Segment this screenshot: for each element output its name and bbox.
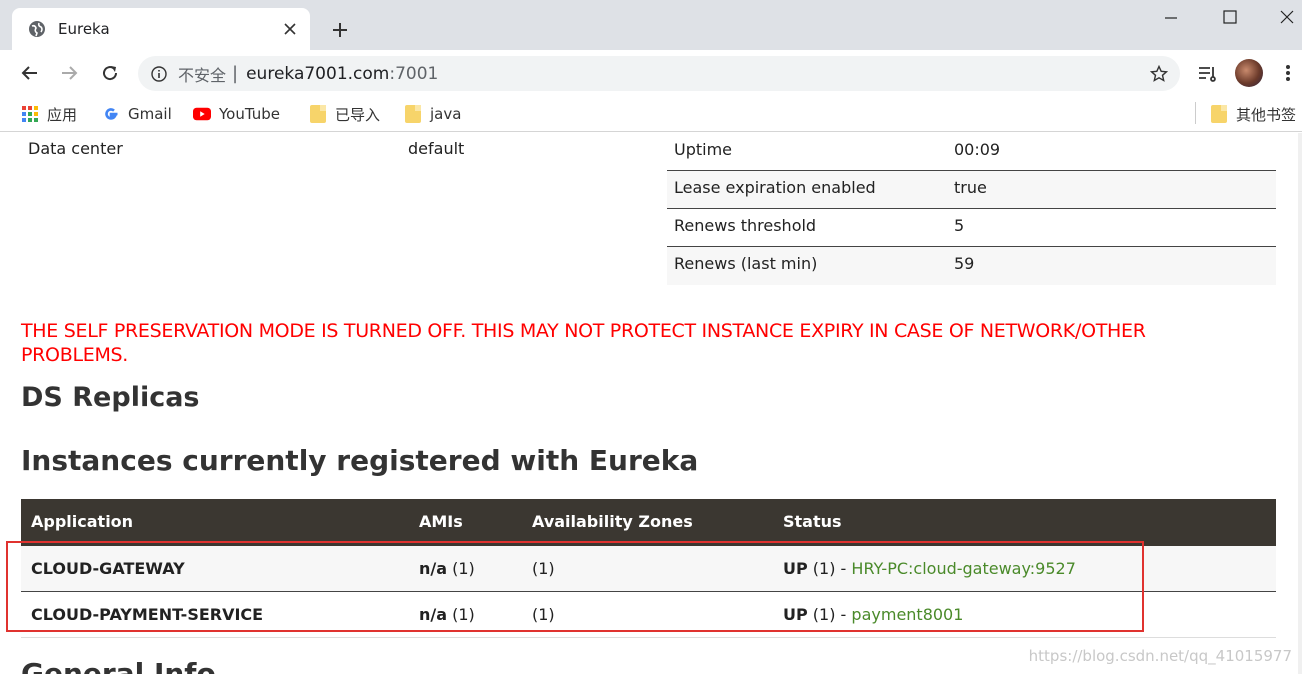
table-header: Application AMIs Availability Zones Stat… — [21, 499, 1276, 546]
self-preservation-warning: THE SELF PRESERVATION MODE IS TURNED OFF… — [21, 320, 1146, 366]
tab-title: Eureka — [58, 20, 110, 38]
stats-key: Uptime — [674, 140, 733, 159]
page-content: Data center default Uptime 00:09 Lease e… — [0, 133, 1302, 674]
window-close-icon[interactable] — [1276, 6, 1298, 28]
address-bar[interactable]: 不安全 | eureka7001.com :7001 — [138, 56, 1180, 91]
highlight-box — [6, 541, 1144, 632]
back-icon[interactable] — [18, 61, 42, 85]
bookmark-label: 其他书签 — [1236, 105, 1297, 124]
minimize-icon[interactable] — [1160, 6, 1182, 28]
bookmark-folder-java[interactable]: java — [404, 104, 461, 124]
watermark: https://blog.csdn.net/qq_41015977 — [1028, 647, 1292, 665]
col-application: Application — [31, 512, 134, 531]
stats-value: true — [954, 178, 987, 197]
bookmark-label: 已导入 — [335, 105, 381, 124]
new-tab-icon[interactable] — [328, 18, 352, 42]
reading-list-icon[interactable] — [1196, 61, 1220, 85]
youtube-icon — [193, 105, 211, 123]
profile-avatar[interactable] — [1235, 59, 1263, 87]
stats-row: Renews (last min) 59 — [667, 247, 1276, 285]
bookmark-folder-imported[interactable]: 已导入 — [309, 104, 380, 124]
globe-icon — [28, 20, 46, 38]
apps-grid-icon — [21, 105, 39, 123]
stats-value: 59 — [954, 254, 975, 273]
bookmark-youtube[interactable]: YouTube — [193, 104, 280, 124]
instances-heading: Instances currently registered with Eure… — [21, 444, 699, 477]
bookmarks-divider — [1195, 102, 1196, 124]
more-menu-icon[interactable] — [1276, 61, 1300, 85]
bookmark-folder-other[interactable]: 其他书签 — [1210, 104, 1296, 124]
stats-value: 5 — [954, 216, 965, 235]
stats-row: Renews threshold 5 — [667, 209, 1276, 247]
stats-key: Renews (last min) — [674, 254, 818, 273]
url-host: eureka7001.com — [246, 63, 390, 84]
col-status: Status — [783, 512, 842, 531]
browser-toolbar: 不安全 | eureka7001.com :7001 — [0, 50, 1302, 96]
info-icon[interactable] — [150, 65, 168, 83]
bookmark-star-icon[interactable] — [1148, 63, 1170, 85]
bookmark-apps[interactable]: 应用 — [21, 104, 77, 124]
scrollbar[interactable] — [1298, 133, 1302, 674]
omnibox-separator: | — [232, 63, 239, 84]
bookmark-gmail[interactable]: Gmail — [102, 104, 172, 124]
tab-strip: Eureka — [0, 0, 1302, 50]
stats-value: 00:09 — [954, 140, 1001, 159]
col-zones: Availability Zones — [532, 512, 693, 531]
maximize-icon[interactable] — [1219, 6, 1241, 28]
folder-icon — [404, 105, 422, 123]
bookmark-label: YouTube — [219, 105, 280, 123]
folder-icon — [1210, 105, 1228, 123]
stats-table: Uptime 00:09 Lease expiration enabled tr… — [667, 133, 1276, 285]
stats-row: Uptime 00:09 — [667, 133, 1276, 171]
stats-key: Renews threshold — [674, 216, 817, 235]
stats-key: Lease expiration enabled — [674, 178, 876, 197]
general-info-heading: General Info — [21, 657, 216, 674]
reload-icon[interactable] — [98, 61, 122, 85]
bookmark-label: java — [430, 105, 462, 123]
bookmark-label: Gmail — [128, 105, 172, 123]
tab-close-icon[interactable] — [278, 17, 302, 41]
browser-tab[interactable]: Eureka — [12, 8, 310, 50]
google-g-icon — [102, 105, 120, 123]
folder-icon — [309, 105, 327, 123]
stats-row: Lease expiration enabled true — [667, 171, 1276, 209]
col-amis: AMIs — [419, 512, 463, 531]
forward-icon[interactable] — [57, 61, 81, 85]
url-port: :7001 — [389, 63, 439, 84]
info-value: default — [408, 139, 465, 158]
info-row-data-center: Data center default — [28, 139, 628, 163]
replicas-heading: DS Replicas — [21, 382, 200, 413]
bookmark-label: 应用 — [47, 105, 78, 124]
info-key: Data center — [28, 139, 123, 158]
security-label: 不安全 — [178, 65, 227, 85]
bookmarks-bar: 应用 Gmail YouTube 已导入 java 其他书签 — [0, 96, 1302, 132]
